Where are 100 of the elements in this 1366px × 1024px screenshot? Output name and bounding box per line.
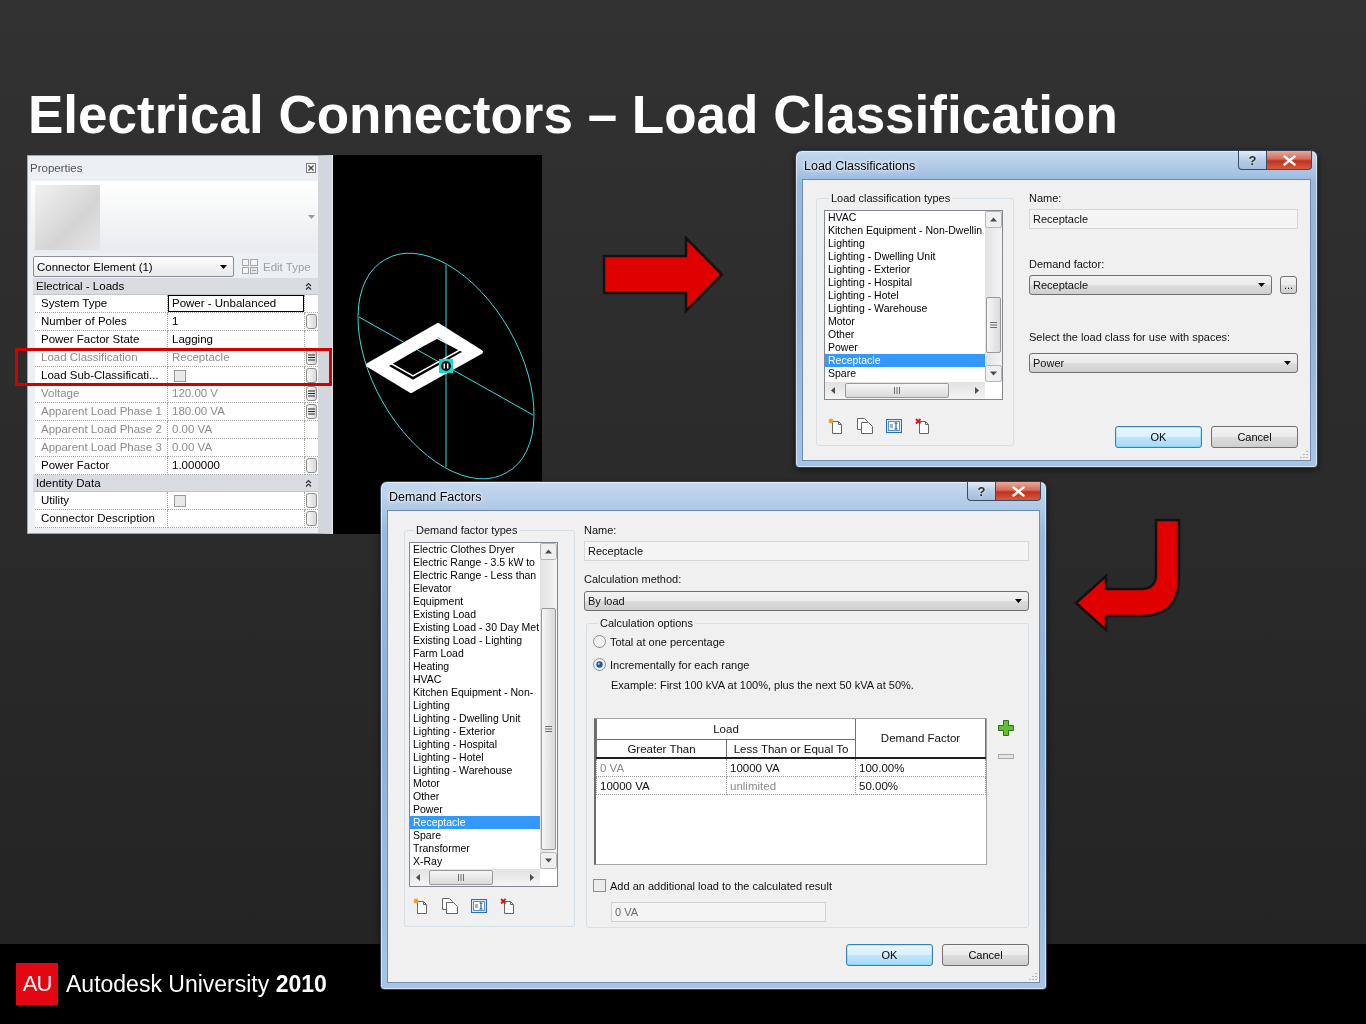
copy-icon[interactable] <box>857 418 873 434</box>
list-item[interactable]: Lighting - Hotel <box>825 289 985 302</box>
list-item[interactable]: Existing Load <box>410 608 540 621</box>
delete-icon[interactable] <box>500 898 516 914</box>
property-value[interactable]: 1 <box>168 313 305 331</box>
radio-label[interactable]: Incrementally for each range <box>610 658 750 671</box>
list-item[interactable]: Kitchen Equipment - Non- <box>410 686 540 699</box>
vertical-scrollbar[interactable] <box>540 543 557 869</box>
new-item-icon[interactable] <box>828 418 844 434</box>
dialog-button[interactable]: Cancel <box>1211 426 1298 448</box>
list-item[interactable]: HVAC <box>825 211 985 224</box>
list-item[interactable]: Kitchen Equipment - Non-Dwellin <box>825 224 985 237</box>
list-item[interactable]: Electric Range - 3.5 kW to <box>410 556 540 569</box>
table-cell[interactable]: 100.00% <box>855 758 986 777</box>
name-field[interactable]: Receptacle <box>1029 209 1298 229</box>
scroll-up-icon[interactable] <box>985 211 1002 228</box>
list-item[interactable]: Power <box>410 803 540 816</box>
scrollbar-thumb[interactable] <box>541 608 556 850</box>
list-item[interactable]: Lighting - Dwelling Unit <box>825 250 985 263</box>
connector-grip-icon[interactable] <box>439 359 453 373</box>
radio-button[interactable] <box>593 658 606 671</box>
list-item[interactable]: Power <box>825 341 985 354</box>
calculation-method-dropdown[interactable]: By load <box>584 591 1029 611</box>
demand-factor-dropdown[interactable]: Receptacle <box>1029 275 1272 295</box>
vertical-scrollbar[interactable] <box>985 211 1002 382</box>
linked-parameter-icon <box>308 354 315 361</box>
table-cell[interactable]: 10000 VA <box>596 776 727 795</box>
dialog-button[interactable]: Cancel <box>942 944 1029 966</box>
scroll-down-icon[interactable] <box>985 365 1002 382</box>
list-item[interactable]: Transformer <box>410 842 540 855</box>
scroll-down-icon[interactable] <box>540 852 557 869</box>
close-button[interactable] <box>996 482 1041 501</box>
list-item[interactable]: X-Ray <box>410 855 540 868</box>
name-field[interactable]: Receptacle <box>584 541 1029 561</box>
property-value[interactable]: Power - Unbalanced <box>168 295 305 313</box>
horizontal-scrollbar[interactable] <box>825 382 985 399</box>
horizontal-scrollbar[interactable] <box>410 869 540 886</box>
radio-button[interactable] <box>593 635 606 648</box>
list-item[interactable]: Other <box>410 790 540 803</box>
checkbox-label[interactable]: Add an additional load to the calculated result <box>610 879 832 892</box>
help-button[interactable]: ? <box>1238 151 1267 170</box>
list-item[interactable]: Lighting - Exterior <box>825 263 985 276</box>
browse-button[interactable]: ... <box>1280 276 1297 294</box>
list-item[interactable]: Lighting - Dwelling Unit <box>410 712 540 725</box>
list-item[interactable]: Lighting - Hospital <box>410 738 540 751</box>
list-box[interactable]: HVAC Kitchen Equipment - Non-Dwellin Lighting Lighting - Dwelling Unit Lighting - Exterior Lighting - Hospital Lighting - Hotel Lighting - Warehouse Motor Other Power Receptacle Spare <box>824 210 1003 400</box>
list-item[interactable]: Farm Load <box>410 647 540 660</box>
list-box[interactable] <box>409 542 558 887</box>
resize-grip-icon[interactable] <box>1300 450 1308 458</box>
list-item[interactable]: Motor <box>410 777 540 790</box>
dialog-button[interactable]: OK <box>1115 426 1202 448</box>
scrollbar-thumb[interactable] <box>845 383 949 398</box>
close-button[interactable] <box>1267 151 1312 170</box>
scrollbar-thumb[interactable] <box>986 297 1001 353</box>
resize-grip-icon[interactable] <box>1029 972 1037 980</box>
list-item[interactable]: Motor <box>825 315 985 328</box>
list-item[interactable]: Existing Load - 30 Day Met <box>410 621 540 634</box>
group-header[interactable]: Electrical - Loads <box>33 278 318 295</box>
list-item[interactable]: Electric Range - Less than <box>410 569 540 582</box>
copy-icon[interactable] <box>442 898 458 914</box>
list-item[interactable]: Heating <box>410 660 540 673</box>
help-button[interactable]: ? <box>967 482 996 501</box>
list-item[interactable]: Other <box>825 328 985 341</box>
property-value[interactable]: Lagging <box>168 331 305 349</box>
delete-icon[interactable] <box>915 418 931 434</box>
scroll-up-icon[interactable] <box>540 543 557 560</box>
list-item[interactable]: HVAC <box>410 673 540 686</box>
list-item[interactable]: Existing Load - Lighting <box>410 634 540 647</box>
additional-load-field[interactable]: 0 VA <box>611 902 826 922</box>
rename-icon[interactable] <box>471 899 487 913</box>
table-cell[interactable]: 50.00% <box>855 776 986 795</box>
property-checkbox[interactable] <box>174 369 186 382</box>
list-item[interactable]: Elevator <box>410 582 540 595</box>
space-load-class-dropdown[interactable]: Power <box>1029 353 1298 373</box>
group-header[interactable]: Identity Data <box>33 475 318 492</box>
add-icon[interactable] <box>998 720 1014 736</box>
caret-icon[interactable] <box>308 215 315 219</box>
list-item[interactable]: Lighting - Warehouse <box>410 764 540 777</box>
scrollbar-thumb[interactable] <box>429 870 493 885</box>
list-item[interactable]: Equipment <box>410 595 540 608</box>
dialog-button[interactable]: OK <box>846 944 933 966</box>
list-item[interactable]: Spare <box>410 829 540 842</box>
list-item[interactable]: Lighting - Warehouse <box>825 302 985 315</box>
list-item[interactable]: Lighting - Exterior <box>410 725 540 738</box>
list-item[interactable]: Lighting - Hospital <box>825 276 985 289</box>
list-item[interactable]: Electric Clothes Dryer <box>410 543 540 556</box>
caret-icon <box>1015 599 1022 603</box>
type-selector-dropdown[interactable]: Connector Element (1) <box>33 256 234 277</box>
list-item[interactable]: Lighting <box>410 699 540 712</box>
list-item[interactable]: Lighting <box>825 237 985 250</box>
close-icon[interactable] <box>306 162 316 173</box>
rename-icon[interactable] <box>886 419 902 433</box>
new-item-icon[interactable] <box>413 898 429 914</box>
radio-label[interactable]: Total at one percentage <box>610 635 725 648</box>
list-item[interactable]: Lighting - Hotel <box>410 751 540 764</box>
property-checkbox[interactable] <box>174 494 186 507</box>
property-value[interactable]: 1.000000 <box>168 457 305 475</box>
list-item[interactable]: Spare <box>825 367 985 380</box>
table-cell[interactable]: 10000 VA <box>726 758 856 777</box>
checkbox[interactable] <box>593 879 606 892</box>
